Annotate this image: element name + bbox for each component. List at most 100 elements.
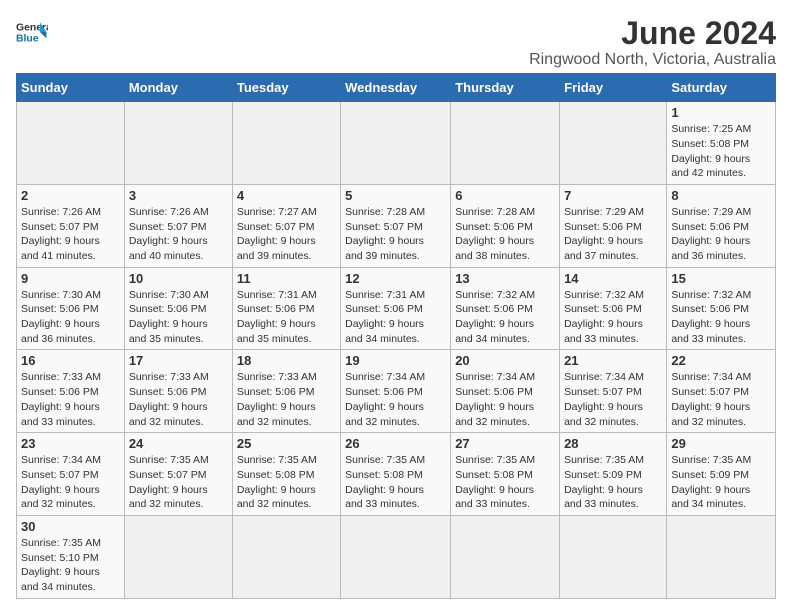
location-subtitle: Ringwood North, Victoria, Australia (529, 51, 776, 69)
day-number: 27 (455, 436, 555, 451)
calendar-cell: 3 Sunrise: 7:26 AM Sunset: 5:07 PM Daylig… (124, 184, 232, 267)
day-number: 11 (237, 271, 336, 286)
day-info: Sunrise: 7:35 AM Sunset: 5:10 PM Dayligh… (21, 536, 120, 595)
day-number: 20 (455, 353, 555, 368)
day-info: Sunrise: 7:31 AM Sunset: 5:06 PM Dayligh… (237, 288, 336, 347)
day-info: Sunrise: 7:26 AM Sunset: 5:07 PM Dayligh… (21, 205, 120, 264)
day-info: Sunrise: 7:34 AM Sunset: 5:06 PM Dayligh… (345, 370, 446, 429)
calendar-cell: 17 Sunrise: 7:33 AM Sunset: 5:06 PM Dayli… (124, 350, 232, 433)
calendar-week-row: 30 Sunrise: 7:35 AM Sunset: 5:10 PM Dayli… (17, 515, 776, 598)
calendar-cell: 20 Sunrise: 7:34 AM Sunset: 5:06 PM Dayli… (451, 350, 560, 433)
day-info: Sunrise: 7:32 AM Sunset: 5:06 PM Dayligh… (455, 288, 555, 347)
day-info: Sunrise: 7:33 AM Sunset: 5:06 PM Dayligh… (129, 370, 228, 429)
calendar-cell (232, 102, 340, 185)
day-info: Sunrise: 7:34 AM Sunset: 5:07 PM Dayligh… (671, 370, 771, 429)
day-number: 21 (564, 353, 662, 368)
calendar-week-row: 2 Sunrise: 7:26 AM Sunset: 5:07 PM Daylig… (17, 184, 776, 267)
calendar-cell: 10 Sunrise: 7:30 AM Sunset: 5:06 PM Dayli… (124, 267, 232, 350)
calendar-cell (341, 515, 451, 598)
day-info: Sunrise: 7:31 AM Sunset: 5:06 PM Dayligh… (345, 288, 446, 347)
day-number: 12 (345, 271, 446, 286)
calendar-cell (451, 515, 560, 598)
day-info: Sunrise: 7:34 AM Sunset: 5:07 PM Dayligh… (21, 453, 120, 512)
day-number: 7 (564, 188, 662, 203)
day-number: 3 (129, 188, 228, 203)
calendar-cell (667, 515, 776, 598)
day-number: 24 (129, 436, 228, 451)
calendar-body: 1 Sunrise: 7:25 AM Sunset: 5:08 PM Daylig… (17, 102, 776, 599)
calendar-cell: 21 Sunrise: 7:34 AM Sunset: 5:07 PM Dayli… (560, 350, 667, 433)
calendar-week-row: 23Sunrise: 7:34 AM Sunset: 5:07 PM Dayli… (17, 433, 776, 516)
day-info: Sunrise: 7:35 AM Sunset: 5:09 PM Dayligh… (671, 453, 771, 512)
day-number: 30 (21, 519, 120, 534)
day-info: Sunrise: 7:30 AM Sunset: 5:06 PM Dayligh… (129, 288, 228, 347)
calendar-cell: 23Sunrise: 7:34 AM Sunset: 5:07 PM Dayli… (17, 433, 125, 516)
day-number: 5 (345, 188, 446, 203)
calendar-cell (341, 102, 451, 185)
calendar-cell (560, 515, 667, 598)
day-number: 26 (345, 436, 446, 451)
calendar-cell (17, 102, 125, 185)
calendar-cell: 14 Sunrise: 7:32 AM Sunset: 5:06 PM Dayli… (560, 267, 667, 350)
day-info: Sunrise: 7:32 AM Sunset: 5:06 PM Dayligh… (564, 288, 662, 347)
day-number: 10 (129, 271, 228, 286)
calendar-cell: 7Sunrise: 7:29 AM Sunset: 5:06 PM Daylig… (560, 184, 667, 267)
day-number: 14 (564, 271, 662, 286)
column-header-tuesday: Tuesday (232, 74, 340, 102)
day-info: Sunrise: 7:35 AM Sunset: 5:08 PM Dayligh… (455, 453, 555, 512)
day-number: 18 (237, 353, 336, 368)
day-info: Sunrise: 7:30 AM Sunset: 5:06 PM Dayligh… (21, 288, 120, 347)
day-info: Sunrise: 7:26 AM Sunset: 5:07 PM Dayligh… (129, 205, 228, 264)
calendar-cell (124, 515, 232, 598)
day-info: Sunrise: 7:35 AM Sunset: 5:09 PM Dayligh… (564, 453, 662, 512)
day-info: Sunrise: 7:32 AM Sunset: 5:06 PM Dayligh… (671, 288, 771, 347)
calendar-cell: 25 Sunrise: 7:35 AM Sunset: 5:08 PM Dayli… (232, 433, 340, 516)
calendar-cell: 16 Sunrise: 7:33 AM Sunset: 5:06 PM Dayli… (17, 350, 125, 433)
day-info: Sunrise: 7:28 AM Sunset: 5:06 PM Dayligh… (455, 205, 555, 264)
page-header: General Blue General Blue June 2024 Ring… (16, 16, 776, 69)
calendar-cell (560, 102, 667, 185)
day-info: Sunrise: 7:34 AM Sunset: 5:07 PM Dayligh… (564, 370, 662, 429)
day-info: Sunrise: 7:28 AM Sunset: 5:07 PM Dayligh… (345, 205, 446, 264)
day-info: Sunrise: 7:33 AM Sunset: 5:06 PM Dayligh… (21, 370, 120, 429)
day-info: Sunrise: 7:34 AM Sunset: 5:06 PM Dayligh… (455, 370, 555, 429)
calendar-cell: 18Sunrise: 7:33 AM Sunset: 5:06 PM Dayli… (232, 350, 340, 433)
day-number: 13 (455, 271, 555, 286)
calendar-cell: 15 Sunrise: 7:32 AM Sunset: 5:06 PM Dayli… (667, 267, 776, 350)
calendar-cell: 26 Sunrise: 7:35 AM Sunset: 5:08 PM Dayli… (341, 433, 451, 516)
column-header-saturday: Saturday (667, 74, 776, 102)
svg-text:Blue: Blue (16, 34, 39, 45)
calendar-week-row: 16 Sunrise: 7:33 AM Sunset: 5:06 PM Dayli… (17, 350, 776, 433)
calendar-header-row: SundayMondayTuesdayWednesdayThursdayFrid… (17, 74, 776, 102)
column-header-sunday: Sunday (17, 74, 125, 102)
calendar-week-row: 9Sunrise: 7:30 AM Sunset: 5:06 PM Daylig… (17, 267, 776, 350)
calendar-cell: 24 Sunrise: 7:35 AM Sunset: 5:07 PM Dayli… (124, 433, 232, 516)
day-info: Sunrise: 7:35 AM Sunset: 5:08 PM Dayligh… (345, 453, 446, 512)
day-number: 28 (564, 436, 662, 451)
calendar-cell (232, 515, 340, 598)
calendar-cell: 11 Sunrise: 7:31 AM Sunset: 5:06 PM Dayli… (232, 267, 340, 350)
day-info: Sunrise: 7:35 AM Sunset: 5:07 PM Dayligh… (129, 453, 228, 512)
day-number: 6 (455, 188, 555, 203)
day-number: 17 (129, 353, 228, 368)
day-number: 25 (237, 436, 336, 451)
calendar-cell: 9Sunrise: 7:30 AM Sunset: 5:06 PM Daylig… (17, 267, 125, 350)
calendar-cell: 8Sunrise: 7:29 AM Sunset: 5:06 PM Daylig… (667, 184, 776, 267)
calendar-cell: 2 Sunrise: 7:26 AM Sunset: 5:07 PM Daylig… (17, 184, 125, 267)
column-header-monday: Monday (124, 74, 232, 102)
general-blue-logo-icon: General Blue (16, 16, 48, 48)
day-number: 15 (671, 271, 771, 286)
calendar-cell: 6 Sunrise: 7:28 AM Sunset: 5:06 PM Daylig… (451, 184, 560, 267)
day-number: 1 (671, 105, 771, 120)
day-number: 2 (21, 188, 120, 203)
column-header-thursday: Thursday (451, 74, 560, 102)
month-title: June 2024 (529, 16, 776, 51)
day-info: Sunrise: 7:25 AM Sunset: 5:08 PM Dayligh… (671, 122, 771, 181)
calendar-cell: 19Sunrise: 7:34 AM Sunset: 5:06 PM Dayli… (341, 350, 451, 433)
day-number: 29 (671, 436, 771, 451)
logo: General Blue General Blue (16, 16, 48, 48)
day-number: 16 (21, 353, 120, 368)
day-info: Sunrise: 7:35 AM Sunset: 5:08 PM Dayligh… (237, 453, 336, 512)
calendar-cell: 30 Sunrise: 7:35 AM Sunset: 5:10 PM Dayli… (17, 515, 125, 598)
calendar-cell: 22Sunrise: 7:34 AM Sunset: 5:07 PM Dayli… (667, 350, 776, 433)
